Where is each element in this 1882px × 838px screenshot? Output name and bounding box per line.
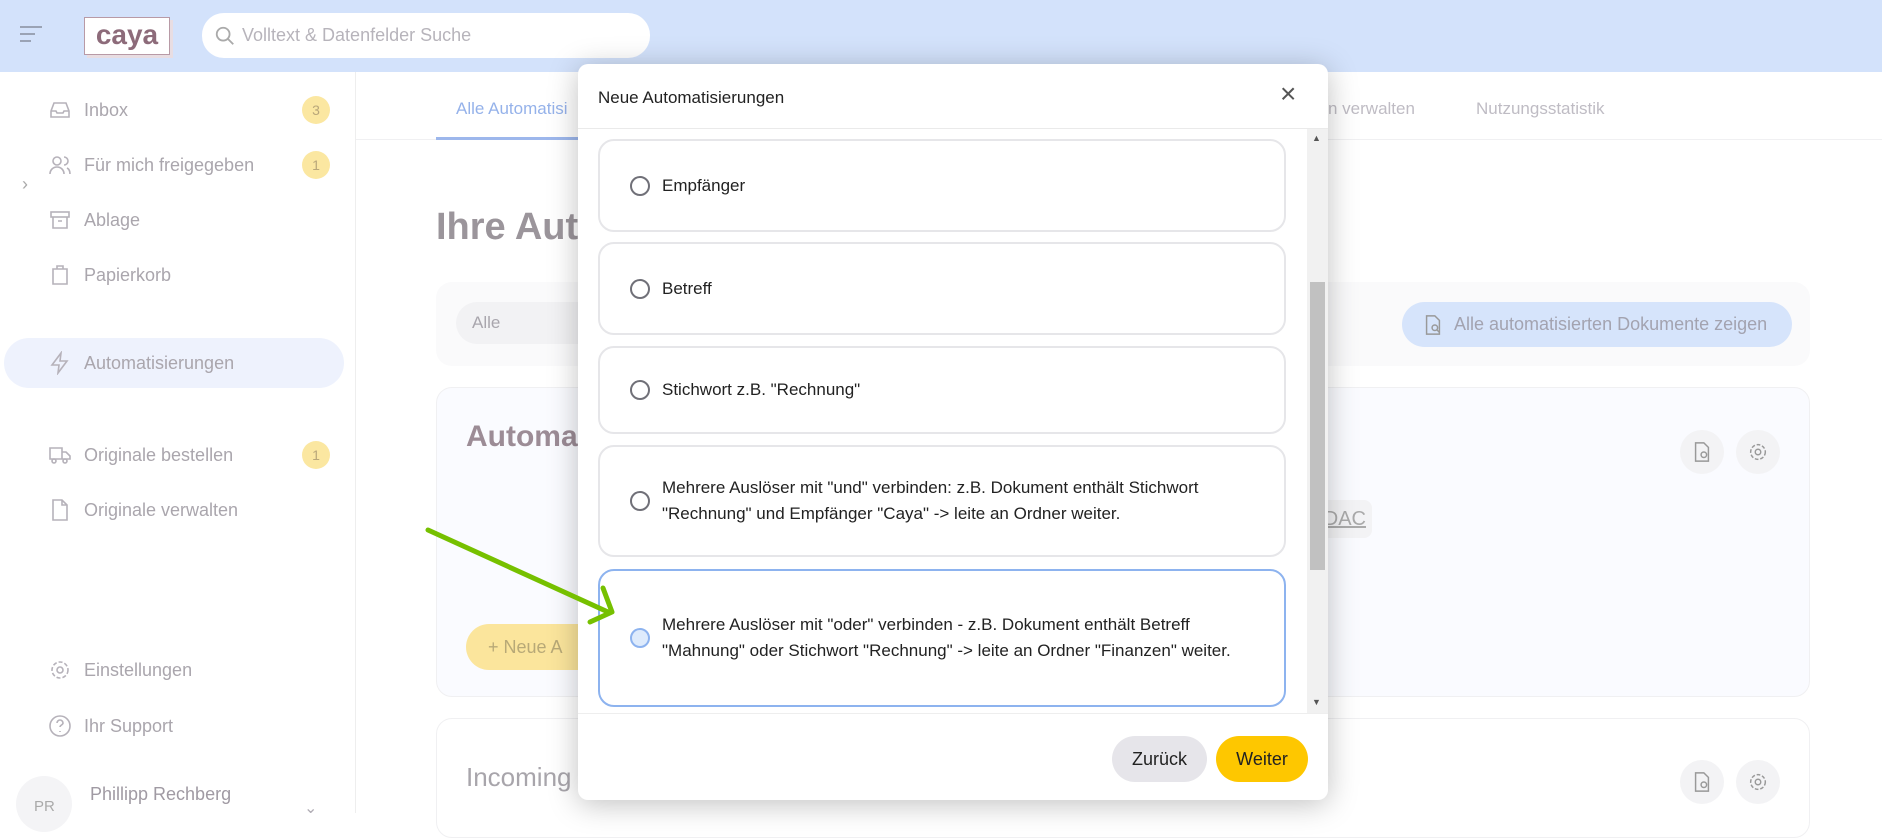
new-automation-button[interactable]: + Neue A (466, 624, 596, 670)
users-icon (49, 156, 71, 175)
chevron-down-icon[interactable]: ⌄ (304, 798, 317, 818)
sidebar-item-support[interactable]: Ihr Support (48, 706, 338, 746)
option-label: Stichwort z.B. "Rechnung" (662, 380, 861, 399)
sidebar-item-label: Einstellungen (84, 659, 193, 680)
automation-card-title: Automa (466, 420, 578, 453)
radio-button[interactable] (630, 380, 650, 400)
sidebar-item-trash[interactable]: Papierkorb (48, 255, 338, 295)
option-label: Empfänger (662, 175, 746, 195)
lightning-icon (50, 351, 69, 375)
scroll-up-arrow-icon[interactable]: ▲ (1312, 133, 1321, 143)
active-tab-indicator (436, 137, 586, 140)
new-automation-label: Neue A (503, 637, 563, 657)
radio-button[interactable] (630, 628, 650, 648)
inbox-icon (50, 102, 70, 118)
automation-card-title: Incoming (466, 762, 572, 792)
caya-logo[interactable]: caya (84, 17, 170, 55)
sidebar-item-label: Ablage (84, 209, 141, 230)
option-label: Betreff (662, 278, 712, 298)
sidebar-item-ablage[interactable]: Ablage (48, 200, 338, 240)
view-documents-icon[interactable] (1680, 430, 1724, 474)
options-list: Empfänger Betreff Stichwort z.B. "Rechnu… (578, 129, 1328, 713)
sidebar-item-label: Für mich freigegeben (84, 154, 255, 175)
top-header: caya Volltext & Datenfelder Suche (0, 0, 1882, 72)
sidebar-item-label: Automatisierungen (84, 352, 235, 373)
inbox-count-badge: 3 (302, 96, 330, 124)
archive-icon (50, 211, 70, 229)
sidebar-item-inbox[interactable]: Inbox 3 (48, 90, 338, 130)
plus-icon: + (488, 637, 504, 657)
expand-chevron-icon[interactable]: › (22, 174, 28, 195)
order-count-badge: 1 (302, 441, 330, 469)
show-all-documents-button[interactable]: Alle automatisierten Dokumente zeigen (1402, 302, 1792, 347)
radio-button[interactable] (630, 278, 650, 299)
help-icon (49, 715, 71, 737)
gear-icon[interactable] (1736, 760, 1780, 804)
hamburger-menu-icon[interactable] (20, 26, 42, 44)
option-and-triggers[interactable]: Mehrere Auslöser mit "und" verbinden: z.… (598, 445, 1286, 557)
option-keyword[interactable]: Stichwort z.B. "Rechnung" (598, 346, 1286, 434)
sidebar-item-label: Originale bestellen (84, 444, 234, 465)
user-name[interactable]: Phillipp Rechberg (90, 784, 231, 805)
sidebar-item-manage-originals[interactable]: Originale verwalten (48, 490, 338, 530)
shared-count-badge: 1 (302, 151, 330, 179)
search-input[interactable]: Volltext & Datenfelder Suche (202, 13, 650, 58)
option-subject[interactable]: Betreff (598, 242, 1286, 335)
document-search-icon (1425, 314, 1441, 335)
search-icon (215, 26, 234, 45)
gear-icon[interactable] (1736, 430, 1780, 474)
page-title: Ihre Aut (436, 206, 579, 248)
tab-usage-statistics[interactable]: Nutzungsstatistik (1476, 99, 1605, 119)
avatar[interactable]: PR (16, 776, 72, 832)
sidebar-item-order-originals[interactable]: Originale bestellen 1 (48, 435, 338, 475)
sidebar-item-label: Ihr Support (84, 715, 174, 736)
sidebar-item-label: Inbox (84, 99, 129, 120)
divider (578, 713, 1328, 714)
file-icon (52, 499, 68, 521)
new-automation-dialog: Neue Automatisierungen × Empfänger Betre… (578, 64, 1328, 800)
sidebar-item-label: Originale verwalten (84, 499, 239, 520)
trash-icon (52, 265, 68, 285)
radio-button[interactable] (630, 491, 650, 511)
show-all-documents-label: Alle automatisierten Dokumente zeigen (1454, 314, 1768, 334)
next-button[interactable]: Weiter (1216, 736, 1308, 782)
view-documents-icon[interactable] (1680, 760, 1724, 804)
scroll-down-arrow-icon[interactable]: ▼ (1312, 697, 1321, 707)
close-icon[interactable]: × (1280, 78, 1296, 110)
option-recipient[interactable]: Empfänger (598, 139, 1286, 232)
dialog-title: Neue Automatisierungen (598, 88, 785, 107)
sidebar: Inbox 3 Für mich freigegeben 1 › Ablage Pa… (0, 72, 356, 813)
sidebar-item-automations[interactable]: Automatisierungen (48, 343, 338, 383)
truck-icon (49, 447, 71, 464)
sidebar-item-label: Papierkorb (84, 264, 172, 285)
sidebar-item-shared[interactable]: Für mich freigegeben 1 (48, 145, 338, 185)
option-or-triggers[interactable]: Mehrere Auslöser mit "oder" verbinden - … (598, 569, 1286, 707)
option-label: Mehrere Auslöser mit "oder" verbinden - … (662, 615, 1231, 660)
scrollbar[interactable]: ▲ ▼ (1307, 129, 1328, 713)
radio-button[interactable] (630, 175, 650, 196)
sidebar-item-settings[interactable]: Einstellungen (48, 650, 338, 690)
option-label: Mehrere Auslöser mit "und" verbinden: z.… (662, 478, 1199, 523)
scrollbar-thumb[interactable] (1310, 282, 1325, 570)
search-placeholder: Volltext & Datenfelder Suche (242, 25, 472, 45)
gear-icon (51, 661, 69, 679)
back-button[interactable]: Zurück (1112, 736, 1207, 782)
tab-all-automations[interactable]: Alle Automatisi (456, 99, 568, 119)
tab-manage[interactable]: n verwalten (1328, 99, 1415, 119)
